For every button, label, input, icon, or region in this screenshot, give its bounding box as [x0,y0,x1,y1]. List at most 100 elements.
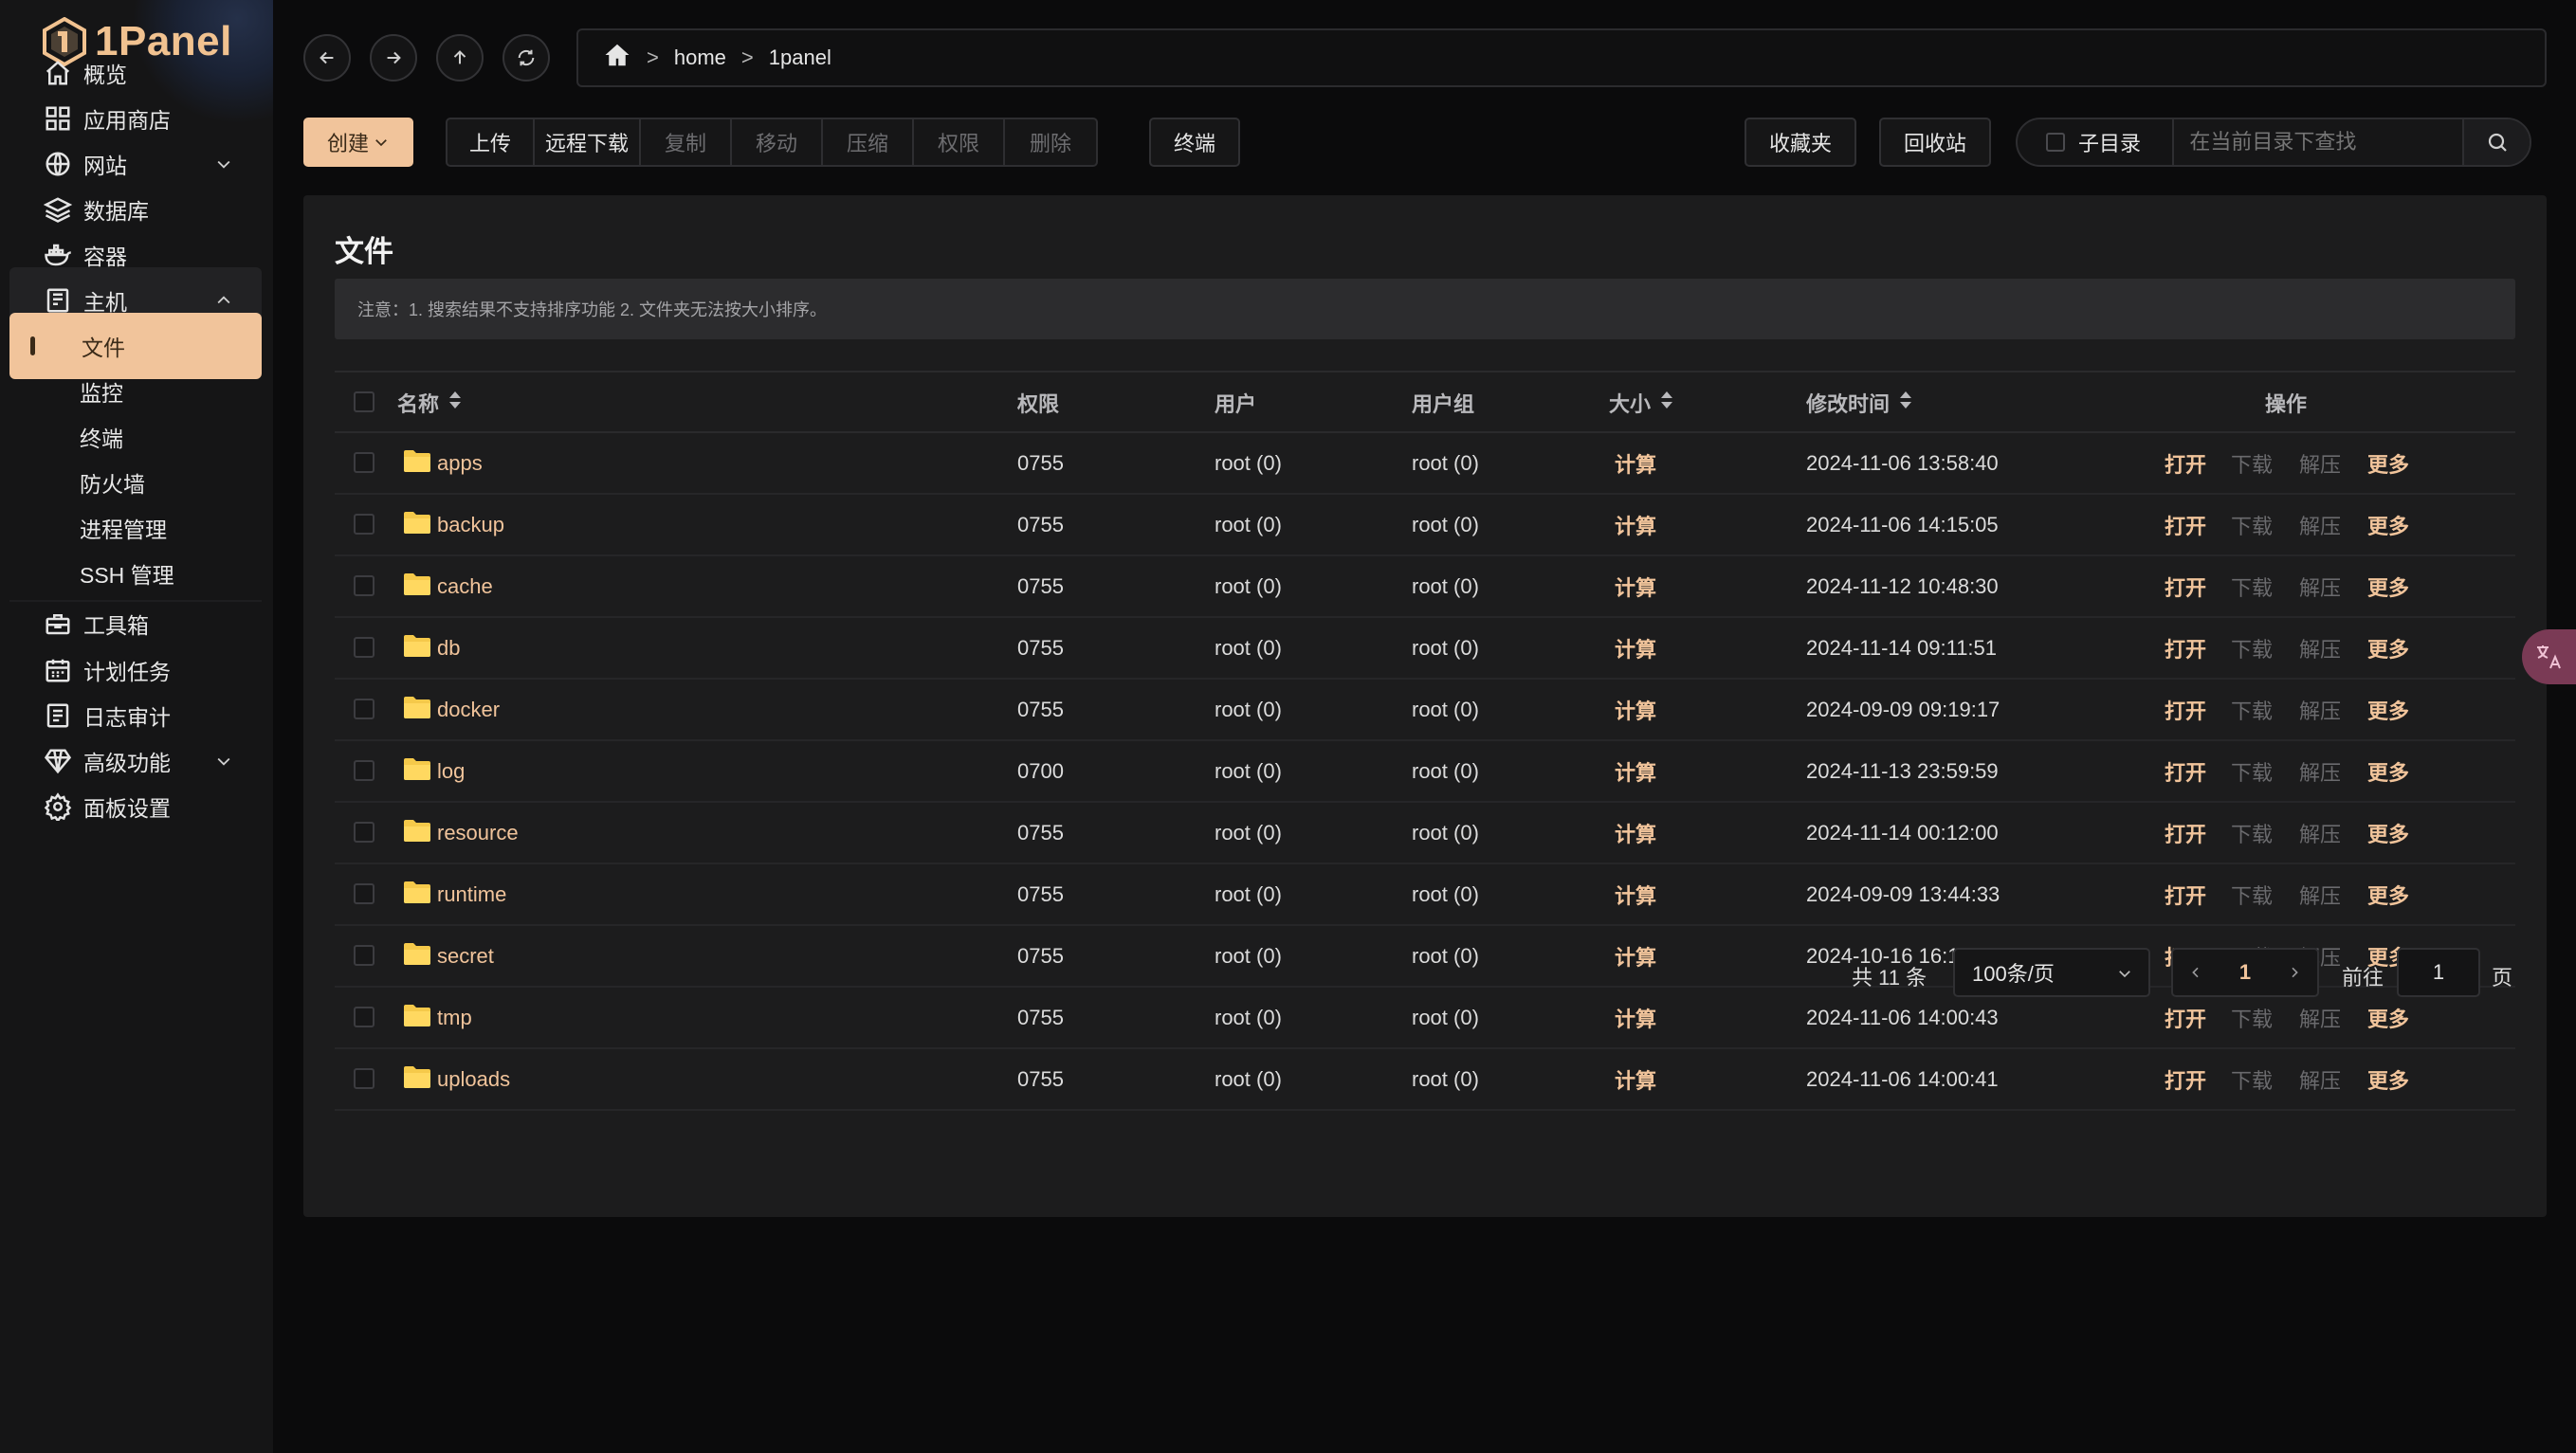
search-input[interactable] [2174,119,2463,165]
extract-action[interactable]: 解压 [2299,556,2341,616]
extract-action[interactable]: 解压 [2299,864,2341,924]
file-name-cell[interactable]: backup [403,495,504,554]
file-name[interactable]: cache [437,574,493,599]
open-action[interactable]: 打开 [2165,433,2206,493]
toolbar-button-5[interactable]: 权限 [914,118,1005,167]
open-action[interactable]: 打开 [2165,864,2206,924]
column-size[interactable]: 大小 [1609,372,1673,433]
permission-cell[interactable]: 0755 [1017,433,1064,493]
table-row[interactable]: apps 0755 root (0) root (0) 计算 2024-11-06 13:… [335,433,2515,495]
sort-icon[interactable] [1651,390,1673,415]
row-checkbox[interactable] [354,452,375,473]
back-button[interactable] [303,34,351,82]
open-action[interactable]: 打开 [2165,680,2206,739]
refresh-button[interactable] [502,34,550,82]
open-action[interactable]: 打开 [2165,803,2206,863]
table-row[interactable]: docker 0755 root (0) root (0) 计算 2024-09-09 0… [335,680,2515,741]
column-name[interactable]: 名称 [397,372,462,433]
table-row[interactable]: runtime 0755 root (0) root (0) 计算 2024-09-09 … [335,864,2515,926]
file-name[interactable]: db [437,636,460,661]
download-action[interactable]: 下载 [2231,680,2273,739]
file-name-cell[interactable]: log [403,741,465,801]
download-action[interactable]: 下载 [2231,618,2273,678]
extract-action[interactable]: 解压 [2299,803,2341,863]
file-name[interactable]: tmp [437,1006,472,1030]
table-row[interactable]: resource 0755 root (0) root (0) 计算 2024-11-14… [335,803,2515,864]
row-checkbox[interactable] [354,699,375,719]
more-action[interactable]: 更多 [2367,433,2409,493]
calculate-size-link[interactable]: 计算 [1615,618,1656,678]
row-checkbox[interactable] [354,945,375,966]
row-checkbox[interactable] [354,760,375,781]
calculate-size-link[interactable]: 计算 [1615,433,1656,493]
file-name-cell[interactable]: resource [403,803,519,863]
file-name-cell[interactable]: uploads [403,1049,510,1109]
more-action[interactable]: 更多 [2367,741,2409,801]
permission-cell[interactable]: 0755 [1017,495,1064,554]
row-checkbox[interactable] [354,575,375,596]
calculate-size-link[interactable]: 计算 [1615,680,1656,739]
download-action[interactable]: 下载 [2231,864,2273,924]
extract-action[interactable]: 解压 [2299,618,2341,678]
row-checkbox[interactable] [354,637,375,658]
file-name-cell[interactable]: apps [403,433,483,493]
calculate-size-link[interactable]: 计算 [1615,741,1656,801]
calculate-size-link[interactable]: 计算 [1615,988,1656,1047]
row-checkbox[interactable] [354,514,375,535]
column-modified[interactable]: 修改时间 [1806,372,1912,433]
file-name-cell[interactable]: secret [403,926,494,986]
row-checkbox[interactable] [354,883,375,904]
file-name-cell[interactable]: runtime [403,864,506,924]
file-name-cell[interactable]: db [403,618,460,678]
toolbar-button-0[interactable]: 上传 [446,118,535,167]
row-checkbox[interactable] [354,822,375,843]
toolbar-button-1[interactable]: 远程下载 [535,118,641,167]
toolbar-button-2[interactable]: 复制 [641,118,732,167]
extract-action[interactable]: 解压 [2299,741,2341,801]
table-row[interactable]: backup 0755 root (0) root (0) 计算 2024-11-06 1… [335,495,2515,556]
recycle-bin-button[interactable]: 回收站 [1879,118,1991,167]
open-action[interactable]: 打开 [2165,556,2206,616]
extract-action[interactable]: 解压 [2299,1049,2341,1109]
table-row[interactable]: log 0700 root (0) root (0) 计算 2024-11-13 23:5… [335,741,2515,803]
more-action[interactable]: 更多 [2367,864,2409,924]
download-action[interactable]: 下载 [2231,741,2273,801]
open-action[interactable]: 打开 [2165,618,2206,678]
more-action[interactable]: 更多 [2367,495,2409,554]
sort-icon[interactable] [1890,390,1912,415]
extract-action[interactable]: 解压 [2299,680,2341,739]
checkbox[interactable] [2046,133,2065,152]
permission-cell[interactable]: 0755 [1017,988,1064,1047]
file-name-cell[interactable]: tmp [403,988,472,1047]
download-action[interactable]: 下载 [2231,495,2273,554]
download-action[interactable]: 下载 [2231,556,2273,616]
file-name[interactable]: log [437,759,465,784]
file-name[interactable]: apps [437,451,483,476]
download-action[interactable]: 下载 [2231,433,2273,493]
permission-cell[interactable]: 0700 [1017,741,1064,801]
open-action[interactable]: 打开 [2165,1049,2206,1109]
calculate-size-link[interactable]: 计算 [1615,495,1656,554]
open-action[interactable]: 打开 [2165,495,2206,554]
permission-cell[interactable]: 0755 [1017,618,1064,678]
next-page-icon[interactable] [2287,965,2302,980]
toolbar-button-3[interactable]: 移动 [732,118,823,167]
calculate-size-link[interactable]: 计算 [1615,864,1656,924]
sort-icon[interactable] [439,390,462,415]
sidebar-item-10[interactable]: 面板设置 [9,773,262,840]
page-size-select[interactable]: 100条/页 [1953,948,2150,997]
table-row[interactable]: uploads 0755 root (0) root (0) 计算 2024-11-06 … [335,1049,2515,1111]
favorites-button[interactable]: 收藏夹 [1745,118,1856,167]
file-name-cell[interactable]: docker [403,680,500,739]
goto-page-input[interactable]: 1 [2397,948,2480,997]
prev-page-icon[interactable] [2188,965,2203,980]
calculate-size-link[interactable]: 计算 [1615,803,1656,863]
extract-action[interactable]: 解压 [2299,433,2341,493]
file-name[interactable]: docker [437,698,500,722]
file-name[interactable]: uploads [437,1067,510,1092]
translate-float-button[interactable] [2522,629,2576,684]
current-page[interactable]: 1 [2239,960,2251,985]
row-checkbox[interactable] [354,1007,375,1027]
file-name[interactable]: runtime [437,882,506,907]
permission-cell[interactable]: 0755 [1017,803,1064,863]
